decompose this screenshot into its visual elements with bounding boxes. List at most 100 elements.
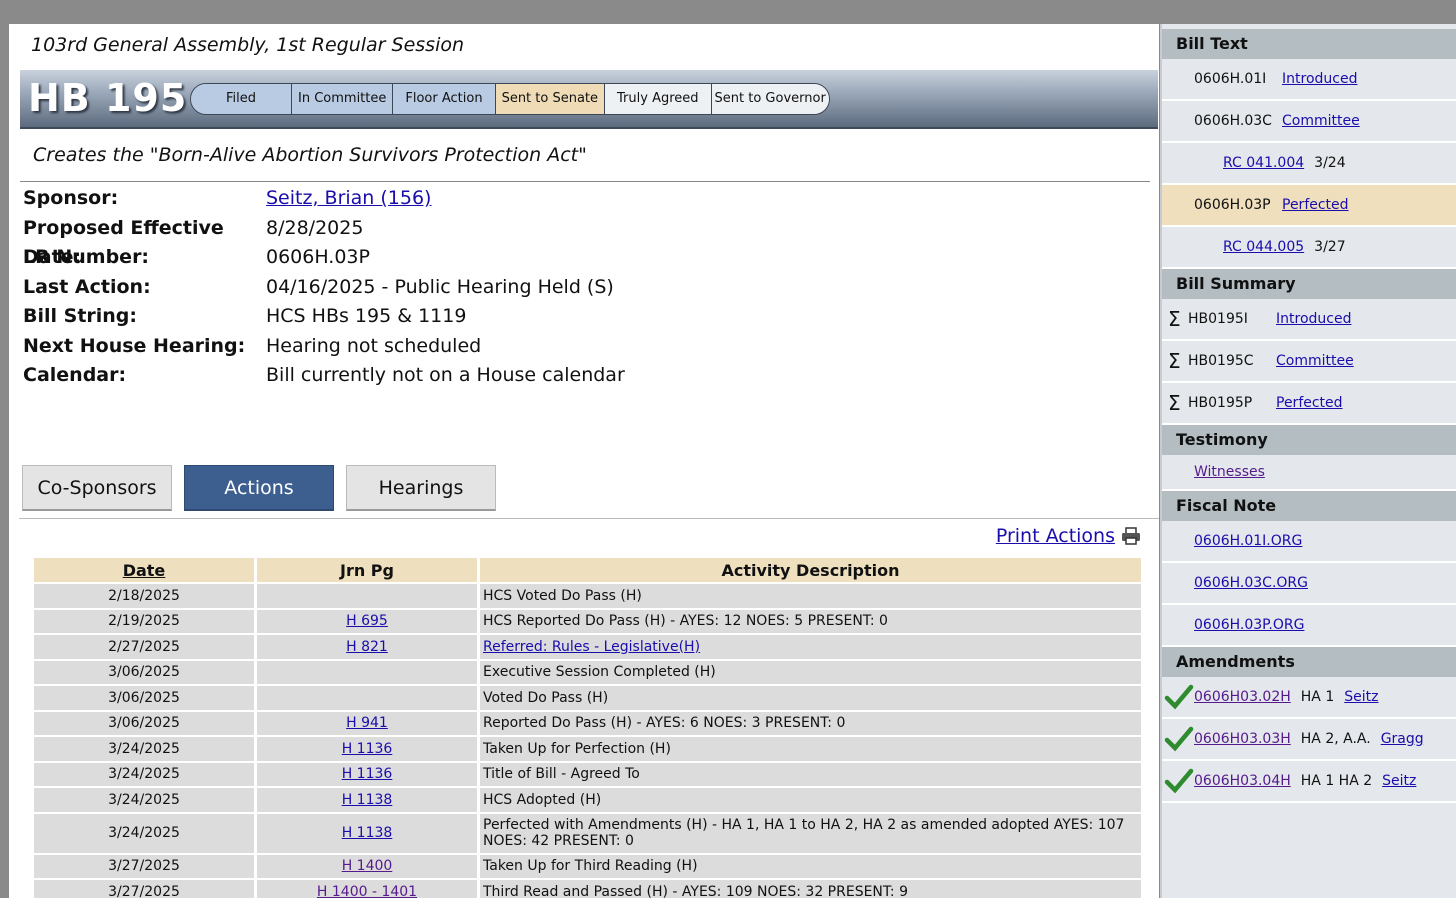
rc-date: 3/24 <box>1314 155 1346 171</box>
journal-page-cell: H 1136 <box>257 762 477 786</box>
journal-page-link[interactable]: H 1136 <box>342 766 393 782</box>
adopted-check-icon <box>1164 684 1194 710</box>
rc-link[interactable]: RC 041.004 <box>1223 142 1304 184</box>
amendment-row: 0606H03.02H HA 1 Seitz <box>1162 677 1456 719</box>
amendment-ha: HA 2, A.A. <box>1300 731 1371 747</box>
bill-number: HB 195 <box>28 76 188 120</box>
summary-code: HB0195P <box>1188 395 1253 411</box>
table-row: 3/27/2025 H 1400 Taken Up for Third Readin… <box>34 854 1141 878</box>
summary-committee-link[interactable]: Committee <box>1276 340 1354 382</box>
amendment-link[interactable]: 0606H03.02H <box>1194 676 1291 718</box>
action-date: 2/19/2025 <box>34 609 254 633</box>
journal-page-cell: H 1136 <box>257 737 477 761</box>
journal-page-link[interactable]: H 1138 <box>342 825 393 841</box>
description-line: NOES: 42 PRESENT: 0 <box>483 833 634 849</box>
journal-page-link[interactable]: H 1400 - 1401 <box>317 884 417 898</box>
action-description: HCS Reported Do Pass (H) - AYES: 12 NOES… <box>480 609 1141 633</box>
tab-hearings[interactable]: Hearings <box>346 465 496 511</box>
sponsor-link[interactable]: Seitz, Brian (156) <box>266 184 431 214</box>
bill-text-committee-link[interactable]: Committee <box>1282 100 1360 142</box>
amendment-link[interactable]: 0606H03.04H <box>1194 760 1291 802</box>
bill-text-code: 0606H.03C <box>1194 113 1272 129</box>
bill-text-code: 0606H.03P <box>1194 197 1271 213</box>
journal-page-link[interactable]: H 695 <box>346 613 388 629</box>
table-row: 2/19/2025 H 695 HCS Reported Do Pass (H) -… <box>34 609 1141 633</box>
action-description: HCS Adopted (H) <box>480 788 1141 812</box>
amendment-sponsor-link[interactable]: Seitz <box>1344 676 1378 718</box>
journal-page-link[interactable]: H 1138 <box>342 792 393 808</box>
fiscal-note-heading: Fiscal Note <box>1162 491 1456 521</box>
adopted-check-icon <box>1164 726 1194 752</box>
bill-stage-tracker: Filed In Committee Floor Action Sent to … <box>190 83 830 115</box>
journal-page-cell: H 695 <box>257 609 477 633</box>
bill-text-introduced-link[interactable]: Introduced <box>1282 58 1357 100</box>
amendment-row: 0606H03.04H HA 1 HA 2 Seitz <box>1162 761 1456 803</box>
effective-date-label: Proposed Effective Date: <box>23 216 224 269</box>
table-row: 3/24/2025 H 1136 Taken Up for Perfection (… <box>34 737 1141 761</box>
table-row: 3/06/2025 Executive Session Completed (H) <box>34 660 1141 684</box>
referred-committee-link[interactable]: Referred: Rules - Legislative(H) <box>483 639 700 655</box>
column-header-jrn-pg: Jrn Pg <box>257 558 477 582</box>
tab-actions[interactable]: Actions <box>184 465 334 511</box>
table-row: 3/24/2025 H 1136 Title of Bill - Agreed To <box>34 762 1141 786</box>
journal-page-link[interactable]: H 1400 <box>342 858 393 874</box>
sponsor-label: Sponsor: <box>23 187 119 209</box>
bill-string-label: Bill String: <box>23 305 138 327</box>
calendar-label: Calendar: <box>23 364 127 386</box>
table-row: 3/06/2025 H 941 Reported Do Pass (H) - AYE… <box>34 711 1141 735</box>
table-row: 3/06/2025 Voted Do Pass (H) <box>34 686 1141 710</box>
last-action-value: 04/16/2025 - Public Hearing Held (S) <box>266 275 614 298</box>
stage-filled[interactable]: Filed <box>191 84 292 114</box>
print-actions[interactable]: Print Actions <box>996 525 1141 547</box>
action-description: Voted Do Pass (H) <box>480 686 1141 710</box>
table-row: 2/27/2025 H 821 Referred: Rules - Legislat… <box>34 635 1141 659</box>
stage-in-committee[interactable]: In Committee <box>292 84 394 114</box>
journal-page-cell: H 1138 <box>257 813 477 853</box>
column-header-date[interactable]: Date <box>34 558 254 582</box>
rc-link[interactable]: RC 044.005 <box>1223 226 1304 268</box>
stage-sent-to-governor[interactable]: Sent to Governor <box>711 84 829 114</box>
printer-icon[interactable] <box>1121 527 1141 545</box>
lr-number-label: LR Number: <box>23 246 150 268</box>
tab-co-sponsors[interactable]: Co-Sponsors <box>22 465 172 511</box>
amendment-link[interactable]: 0606H03.03H <box>1194 718 1291 760</box>
journal-page-link[interactable]: H 941 <box>346 715 388 731</box>
amendment-sponsor-link[interactable]: Gragg <box>1381 718 1424 760</box>
lr-number-value: 0606H.03P <box>266 246 370 268</box>
action-date: 2/18/2025 <box>34 584 254 608</box>
stage-truly-agreed[interactable]: Truly Agreed <box>605 84 712 114</box>
effective-date-value: 8/28/2025 <box>266 216 364 239</box>
last-action-label: Last Action: <box>23 275 151 298</box>
journal-page-cell <box>257 584 477 608</box>
summary-perfected-link[interactable]: Perfected <box>1276 382 1343 424</box>
summary-introduced-link[interactable]: Introduced <box>1276 298 1351 340</box>
journal-page-cell <box>257 660 477 684</box>
summary-icon: Σ <box>1168 391 1181 415</box>
fiscal-note-link[interactable]: 0606H.01I.ORG <box>1194 520 1302 562</box>
journal-page-cell: H 821 <box>257 635 477 659</box>
witnesses-link[interactable]: Witnesses <box>1194 454 1265 490</box>
action-date: 3/24/2025 <box>34 788 254 812</box>
action-description: Executive Session Completed (H) <box>480 660 1141 684</box>
journal-page-link[interactable]: H 1136 <box>342 741 393 757</box>
action-description: HCS Voted Do Pass (H) <box>480 584 1141 608</box>
fiscal-note-link[interactable]: 0606H.03P.ORG <box>1194 604 1304 646</box>
stage-sent-to-senate[interactable]: Sent to Senate <box>495 84 606 114</box>
adopted-check-icon <box>1164 768 1194 794</box>
action-description: Taken Up for Perfection (H) <box>480 737 1141 761</box>
print-actions-link[interactable]: Print Actions <box>996 525 1115 547</box>
stage-floor-action[interactable]: Floor Action <box>393 84 496 114</box>
summary-code: HB0195I <box>1188 311 1248 327</box>
journal-page-cell: H 1400 <box>257 854 477 878</box>
bill-info: Sponsor: Seitz, Brian (156) Proposed Effe… <box>23 184 625 391</box>
action-description: Referred: Rules - Legislative(H) <box>480 635 1141 659</box>
action-date: 3/24/2025 <box>34 813 254 853</box>
fiscal-note-link[interactable]: 0606H.03C.ORG <box>1194 562 1308 604</box>
bill-description: Creates the "Born-Alive Abortion Survivo… <box>33 144 587 166</box>
amendment-ha: HA 1 HA 2 <box>1300 773 1373 789</box>
amendment-sponsor-link[interactable]: Seitz <box>1382 760 1416 802</box>
journal-page-link[interactable]: H 821 <box>346 639 388 655</box>
bill-text-perfected-link[interactable]: Perfected <box>1282 184 1349 226</box>
action-date: 3/06/2025 <box>34 686 254 710</box>
bill-text-code: 0606H.01I <box>1194 71 1267 87</box>
